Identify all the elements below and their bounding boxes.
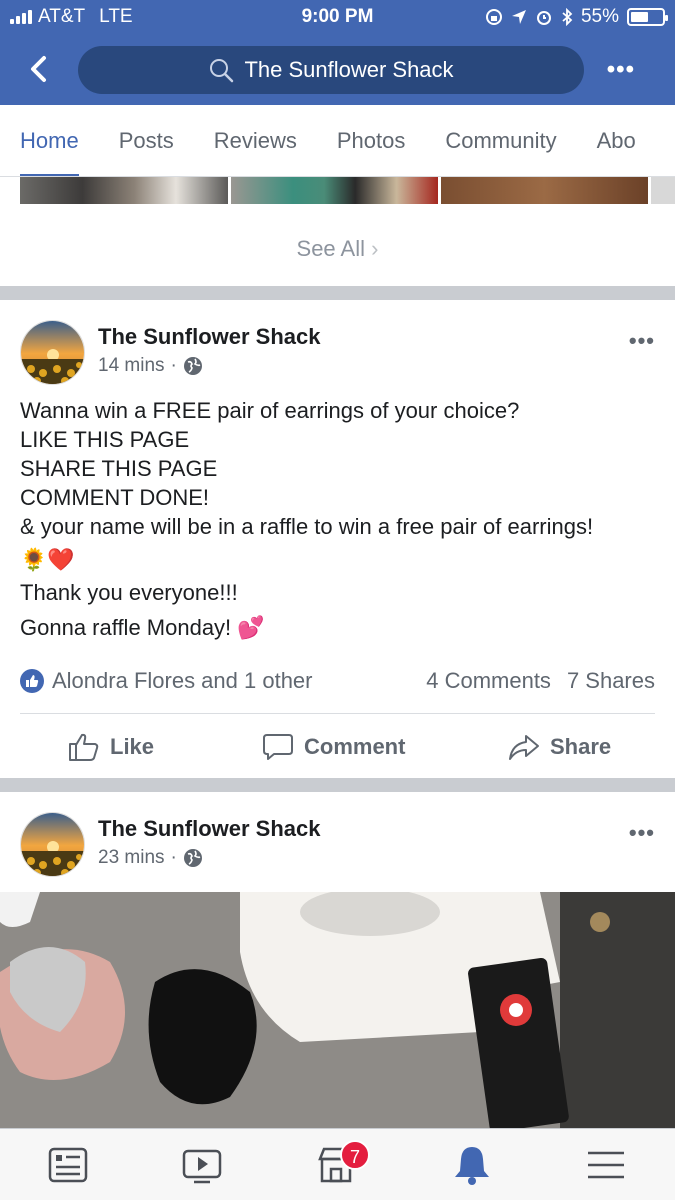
- rotation-lock-icon: [485, 9, 502, 25]
- post-meta: 14 mins ·: [98, 355, 203, 377]
- alarm-icon: [536, 11, 551, 25]
- avatar[interactable]: [20, 320, 85, 385]
- divider: [20, 713, 655, 714]
- post-actions: Like Comment Share: [0, 724, 675, 774]
- news-feed-icon[interactable]: [46, 1143, 90, 1187]
- status-bar: AT&T LTE 9:00 PM 55%: [0, 0, 675, 36]
- comment-button[interactable]: Comment: [262, 732, 405, 762]
- post-card: [0, 792, 675, 892]
- like-button[interactable]: Like: [68, 732, 154, 762]
- photo-thumbnail[interactable]: [441, 177, 648, 204]
- dot-separator: ·: [170, 847, 177, 868]
- section-divider: [0, 286, 675, 300]
- like-reaction-icon: [20, 669, 44, 693]
- emoji-line: 🌻❤️: [20, 547, 75, 572]
- see-all-link[interactable]: See All ›: [0, 236, 675, 262]
- post-options-icon[interactable]: •••: [629, 328, 655, 354]
- status-right: 55%: [485, 6, 668, 28]
- post-author[interactable]: The Sunflower Shack: [98, 324, 321, 350]
- post-options-icon[interactable]: •••: [629, 820, 655, 846]
- location-icon: [511, 10, 526, 24]
- comment-icon: [263, 734, 293, 760]
- ellipsis-icon[interactable]: •••: [607, 56, 635, 84]
- search-icon: [210, 59, 234, 83]
- comment-label: Comment: [304, 734, 406, 759]
- section-divider: [0, 778, 675, 792]
- share-button[interactable]: Share: [508, 732, 611, 762]
- post-line: SHARE THIS PAGE: [20, 456, 218, 481]
- post-line: & your name will be in a raffle to win a…: [20, 514, 594, 539]
- watch-icon[interactable]: [180, 1143, 224, 1187]
- photo-strip: [0, 177, 675, 204]
- post-line: LIKE THIS PAGE: [20, 427, 190, 452]
- share-label: Share: [550, 734, 612, 759]
- engagement-counts: 4 Comments 7 Shares: [426, 668, 655, 694]
- post-author[interactable]: The Sunflower Shack: [98, 816, 321, 842]
- photo-thumbnail[interactable]: [231, 177, 438, 204]
- like-label: Like: [110, 734, 155, 759]
- post-time[interactable]: 14 mins: [98, 355, 165, 377]
- tab-reviews[interactable]: Reviews: [214, 105, 297, 176]
- shares-count[interactable]: 7 Shares: [567, 668, 655, 694]
- dot-separator: ·: [170, 355, 177, 376]
- notifications-icon[interactable]: [450, 1143, 494, 1187]
- bottom-nav: [0, 1128, 675, 1200]
- see-all-label: See All: [296, 236, 366, 261]
- globe-icon: [183, 357, 202, 375]
- search-text: The Sunflower Shack: [244, 57, 454, 82]
- marketplace-badge: 7: [340, 1140, 370, 1170]
- avatar[interactable]: [20, 812, 85, 877]
- photo-thumbnail[interactable]: [651, 177, 675, 204]
- battery-level: [631, 12, 648, 22]
- top-header: AT&T LTE 9:00 PM 55% The Sunflower Shack…: [0, 0, 675, 105]
- tab-photos[interactable]: Photos: [337, 105, 406, 176]
- nav-row: The Sunflower Shack •••: [0, 44, 675, 96]
- post-line: Wanna win a FREE pair of earrings of you…: [20, 398, 520, 423]
- post-meta: 23 mins ·: [98, 847, 203, 869]
- chevron-right-icon: ›: [371, 236, 379, 261]
- post-line: Gonna raffle Monday! 💕: [20, 615, 265, 640]
- battery-icon: [627, 8, 668, 26]
- battery-percent: 55%: [580, 6, 619, 27]
- photo-thumbnail[interactable]: [20, 177, 228, 204]
- post-time[interactable]: 23 mins: [98, 847, 165, 869]
- comments-count[interactable]: 4 Comments: [426, 668, 551, 694]
- menu-icon[interactable]: [584, 1143, 628, 1187]
- reaction-summary[interactable]: Alondra Flores and 1 other: [20, 668, 313, 694]
- reaction-names: Alondra Flores and 1 other: [52, 668, 313, 693]
- tab-posts[interactable]: Posts: [119, 105, 174, 176]
- bluetooth-icon: [562, 8, 573, 26]
- post-text: Wanna win a FREE pair of earrings of you…: [20, 396, 660, 642]
- search-input[interactable]: The Sunflower Shack: [78, 46, 584, 94]
- post-line: COMMENT DONE!: [20, 485, 210, 510]
- page-tabs: Home Posts Reviews Photos Community Abo: [0, 105, 675, 177]
- post-line: Thank you everyone!!!: [20, 580, 238, 605]
- tab-home[interactable]: Home: [20, 105, 79, 176]
- tab-community[interactable]: Community: [445, 105, 556, 176]
- post-photo[interactable]: [0, 892, 675, 1128]
- thumbs-up-icon: [69, 733, 99, 761]
- tab-about[interactable]: Abo: [597, 105, 636, 176]
- share-icon: [509, 735, 539, 760]
- globe-icon: [183, 849, 202, 867]
- chevron-left-icon[interactable]: [22, 52, 56, 86]
